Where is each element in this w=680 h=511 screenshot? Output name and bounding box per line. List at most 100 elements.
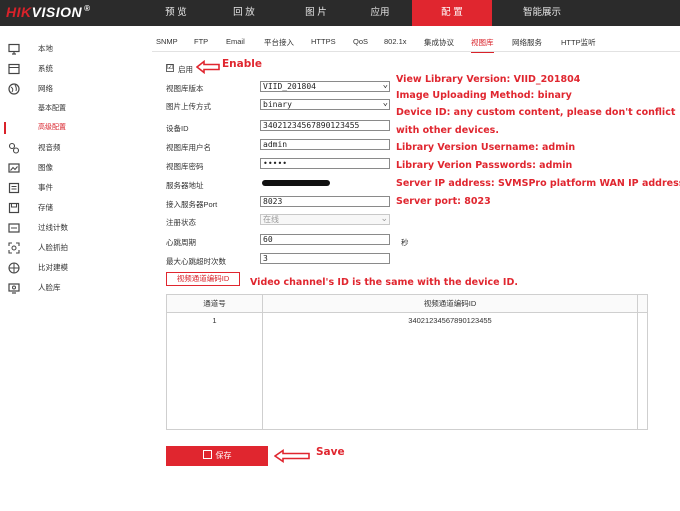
sidebar-item-face-capture[interactable]: 人脸抓拍 xyxy=(0,239,140,257)
tab-qos[interactable]: QoS xyxy=(353,37,368,46)
sidebar-item-label: 人脸抓拍 xyxy=(38,243,68,252)
annotation-save: Save xyxy=(316,446,345,458)
hikvision-logo: HIKVISION ® xyxy=(6,4,91,20)
heartbeat-input[interactable]: 60 xyxy=(260,234,390,245)
heartbeat-unit: 秒 xyxy=(401,238,409,247)
nav-configuration[interactable]: 配 置 xyxy=(412,0,492,26)
annotation-arrow-save xyxy=(274,449,310,463)
upload-method-label: 图片上传方式 xyxy=(166,102,211,111)
chevron-down-icon: ⌄ xyxy=(382,99,388,108)
chevron-down-icon: ⌄ xyxy=(382,81,388,90)
monitor-icon xyxy=(8,43,20,55)
save-icon xyxy=(202,450,212,459)
tab-platform-access[interactable]: 平台接入 xyxy=(264,37,294,48)
sidebar-item-video-audio[interactable]: 视音频 xyxy=(0,139,140,157)
annotation-device-id-line2: with other devices. xyxy=(396,125,499,136)
sidebar-item-compare[interactable]: 比对建模 xyxy=(0,259,140,277)
table-column-divider xyxy=(637,295,638,429)
sidebar-item-label: 过线计数 xyxy=(38,223,68,232)
annotation-enable: Enable xyxy=(222,58,262,70)
tab-8021x[interactable]: 802.1x xyxy=(384,37,407,46)
top-navigation-bar: HIKVISION ® 预 览 回 放 图 片 应用 配 置 智能展示 xyxy=(0,0,680,26)
save-label: 保存 xyxy=(215,451,232,460)
chevron-down-icon: ⌄ xyxy=(380,214,388,223)
tab-ftp[interactable]: FTP xyxy=(194,37,208,46)
line-count-icon xyxy=(8,223,20,233)
password-input[interactable]: ••••• xyxy=(260,158,390,169)
tab-network-service[interactable]: 网络服务 xyxy=(512,37,542,48)
sidebar-item-face-library[interactable]: 人脸库 xyxy=(0,279,140,297)
annotation-port: Server port: 8023 xyxy=(396,196,491,207)
sidebar-item-label: 人脸库 xyxy=(38,283,61,292)
system-icon xyxy=(8,63,20,75)
image-icon xyxy=(8,163,20,173)
table-row-channel-id: 34021234567890123455 xyxy=(408,316,492,325)
sidebar-item-label: 本地 xyxy=(38,44,53,53)
globe-icon xyxy=(8,83,20,95)
annotation-device-id-line1: Device ID: any custom content, please do… xyxy=(396,107,676,118)
sidebar-item-label: 事件 xyxy=(38,183,53,192)
server-port-label: 接入服务器Port xyxy=(166,200,218,209)
channel-id-button[interactable]: 视频通道编码ID xyxy=(166,272,240,286)
table-row-channel: 1 xyxy=(212,316,217,325)
face-capture-icon xyxy=(8,242,20,254)
sidebar-item-label: 网络 xyxy=(38,84,53,93)
sidebar-item-local[interactable]: 本地 xyxy=(0,40,140,58)
annotation-upload: Image Uploading Method: binary xyxy=(396,90,572,101)
sidebar-subitem-advanced[interactable]: 高级配置 xyxy=(0,120,140,136)
max-timeout-label: 最大心跳超时次数 xyxy=(166,257,226,266)
nav-preview[interactable]: 预 览 xyxy=(156,0,196,26)
sidebar: 本地 系统 网络 基本配置 高级配置 视音频 图像 事件 存储 过线计数 人脸抓… xyxy=(0,26,140,511)
sidebar-item-network[interactable]: 网络 xyxy=(0,80,140,98)
video-audio-icon xyxy=(8,142,20,154)
tab-integration-protocol[interactable]: 集成协议 xyxy=(424,37,454,48)
tab-http-listening[interactable]: HTTP监听 xyxy=(561,37,596,48)
sidebar-item-label: 存储 xyxy=(38,203,53,212)
tab-divider xyxy=(152,51,680,52)
username-label: 视图库用户名 xyxy=(166,143,211,152)
face-library-icon xyxy=(8,283,20,294)
sidebar-item-storage[interactable]: 存储 xyxy=(0,199,140,217)
tab-email[interactable]: Email xyxy=(226,37,245,46)
save-button[interactable]: 保存 xyxy=(166,446,268,466)
annotation-server: Server IP address: SVMSPro platform WAN … xyxy=(396,178,680,189)
tab-snmp[interactable]: SNMP xyxy=(156,37,178,46)
table-header-spacer xyxy=(638,295,647,313)
sidebar-item-image[interactable]: 图像 xyxy=(0,159,140,177)
sidebar-item-system[interactable]: 系统 xyxy=(0,60,140,78)
sidebar-item-label: 比对建模 xyxy=(38,263,68,272)
sidebar-item-label: 系统 xyxy=(38,64,53,73)
sidebar-item-label: 图像 xyxy=(38,163,53,172)
nav-playback[interactable]: 回 放 xyxy=(224,0,264,26)
server-port-input[interactable]: 8023 xyxy=(260,196,390,207)
annotation-password: Library Verion Passwords: admin xyxy=(396,160,573,171)
max-timeout-input[interactable]: 3 xyxy=(260,253,390,264)
device-id-input[interactable]: 34021234567890123455 xyxy=(260,120,390,131)
compare-icon xyxy=(8,262,20,274)
device-id-label: 设备ID xyxy=(166,124,189,133)
sidebar-item-event[interactable]: 事件 xyxy=(0,179,140,197)
table-header-channel-id: 视频通道编码ID xyxy=(263,295,637,313)
nav-smart-display[interactable]: 智能展示 xyxy=(512,0,572,26)
event-icon xyxy=(8,182,20,194)
server-address-label: 服务器地址 xyxy=(166,181,204,190)
sidebar-subitem-basic[interactable]: 基本配置 xyxy=(0,101,140,117)
tab-https[interactable]: HTTPS xyxy=(311,37,336,46)
enable-checkbox[interactable]: ☑ xyxy=(166,64,174,72)
registration-status-label: 注册状态 xyxy=(166,218,196,227)
sidebar-item-label: 视音频 xyxy=(38,143,61,152)
annotation-arrow-enable xyxy=(196,60,220,74)
version-label: 视图库版本 xyxy=(166,84,204,93)
redacted-server-address[interactable] xyxy=(262,180,330,186)
nav-picture[interactable]: 图 片 xyxy=(296,0,336,26)
password-label: 视图库密码 xyxy=(166,162,204,171)
version-select[interactable]: VIID_201804 ⌄ xyxy=(260,81,390,92)
table-header-channel: 通道号 xyxy=(167,295,262,313)
nav-application[interactable]: 应用 xyxy=(360,0,400,26)
enable-label: 启用 xyxy=(178,65,193,74)
sidebar-item-line-count[interactable]: 过线计数 xyxy=(0,219,140,237)
upload-method-select[interactable]: binary ⌄ xyxy=(260,99,390,110)
annotation-channel: Video channel's ID is the same with the … xyxy=(250,277,518,288)
storage-icon xyxy=(8,202,20,214)
username-input[interactable]: admin xyxy=(260,139,390,150)
